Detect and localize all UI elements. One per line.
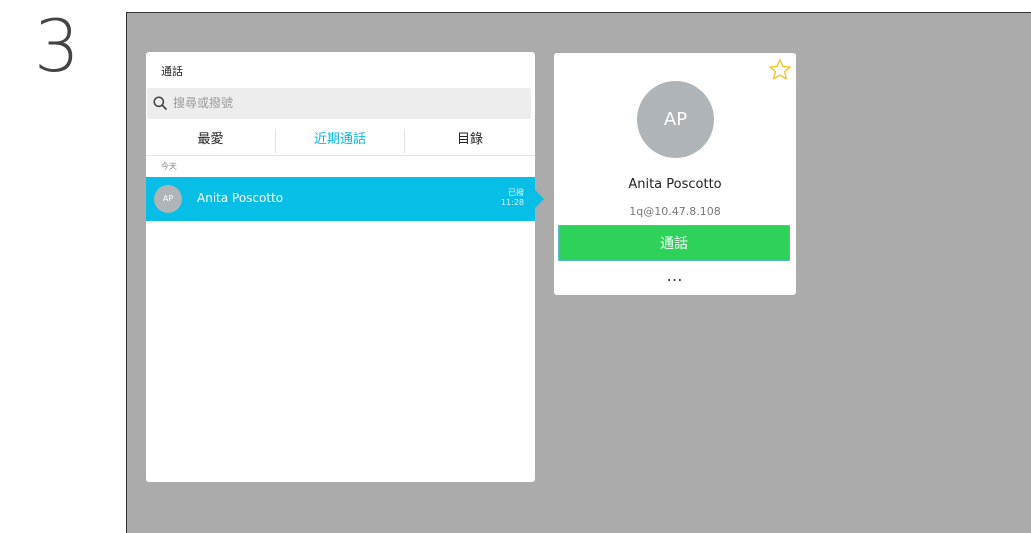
- search-box[interactable]: [147, 88, 531, 119]
- tab-directory[interactable]: 目錄: [405, 125, 535, 155]
- tab-recents[interactable]: 近期通話: [276, 125, 404, 155]
- avatar: AP: [154, 185, 182, 213]
- calls-panel: 通話 最愛 近期通話 目錄 今天 AP Anita Poscotto 已撥 11…: [146, 52, 535, 482]
- contact-card: AP Anita Poscotto 1q@10.47.8.108 通話 …: [554, 53, 796, 295]
- panel-title: 通話: [161, 65, 183, 78]
- call-status: 已撥 11:28: [501, 188, 524, 208]
- selection-pointer: [535, 190, 544, 208]
- recent-call-row[interactable]: AP Anita Poscotto 已撥 11:28: [146, 177, 535, 221]
- tab-favorites[interactable]: 最愛: [146, 125, 275, 155]
- device-screen: 通話 最愛 近期通話 目錄 今天 AP Anita Poscotto 已撥 11…: [126, 12, 1031, 533]
- section-label-today: 今天: [161, 162, 177, 171]
- more-options-button[interactable]: …: [654, 268, 696, 290]
- call-type: 已撥: [508, 188, 524, 197]
- contact-name: Anita Poscotto: [197, 191, 284, 205]
- star-outline-icon[interactable]: [768, 58, 792, 82]
- contact-address: 1q@10.47.8.108: [629, 205, 721, 218]
- search-icon: [153, 96, 167, 110]
- contact-avatar: AP: [637, 81, 714, 158]
- step-number: 3: [34, 4, 80, 88]
- call-button[interactable]: 通話: [558, 225, 790, 261]
- search-input[interactable]: [173, 94, 513, 112]
- call-time: 11:28: [500, 198, 524, 207]
- tab-bar: 最愛 近期通話 目錄: [146, 125, 535, 155]
- contact-card-name: Anita Poscotto: [628, 177, 722, 192]
- tab-underline: [146, 155, 535, 156]
